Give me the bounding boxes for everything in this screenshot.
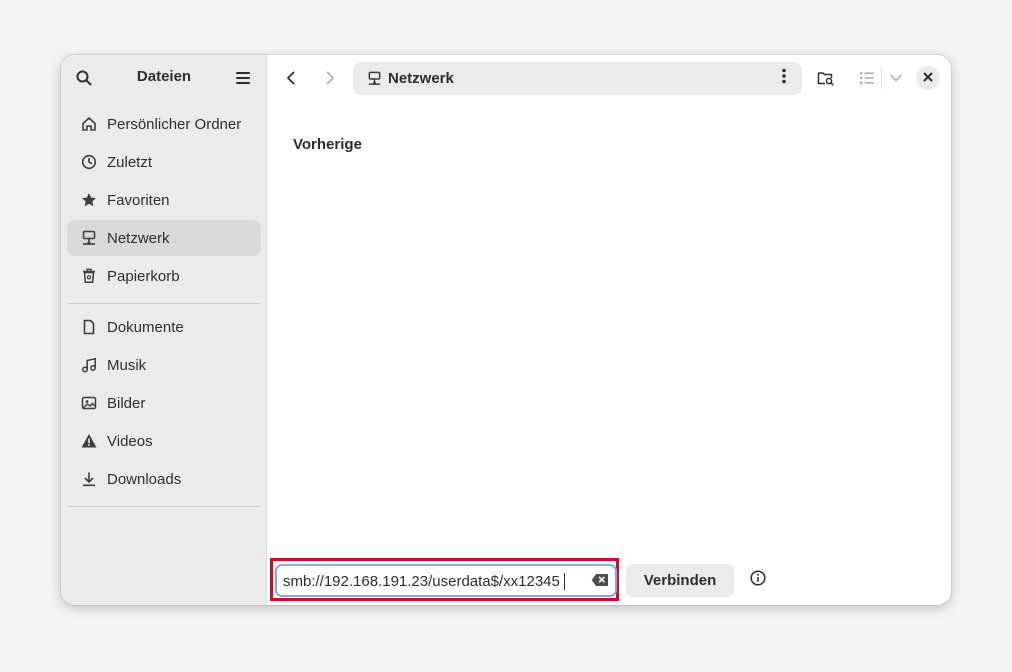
sidebar-item-label: Musik [107,356,147,374]
sidebar-item-videos[interactable]: Videos [67,423,261,459]
hamburger-menu-icon [235,71,251,85]
trash-icon [81,268,97,284]
clock-icon [81,154,97,170]
sidebar-item-downloads[interactable]: Downloads [67,461,261,497]
chevron-right-icon [322,70,338,86]
network-icon [81,230,97,246]
search-icon [76,70,92,86]
app-title: Dateien [136,68,192,85]
sidebar-item-label: Papierkorb [107,267,180,285]
chevron-down-icon [889,74,902,82]
sidebar-item-label: Persönlicher Ordner [107,115,242,133]
music-icon [81,357,97,373]
places-list: Persönlicher Ordner Zuletzt Favoriten Ne… [67,106,261,296]
sidebar-item-label: Netzwerk [107,229,170,247]
sidebar-separator [67,506,261,507]
home-icon [81,116,97,132]
location-label: Netzwerk [388,70,454,87]
sidebar-item-home[interactable]: Persönlicher Ordner [67,106,261,142]
search-folder-button[interactable] [808,61,842,95]
text-cursor [564,573,565,590]
sidebar-item-music[interactable]: Musik [67,347,261,383]
image-icon [81,395,97,411]
warning-icon [81,433,97,449]
bookmarks-list: Dokumente Musik Bilder Videos Downloads [67,309,261,499]
list-view-icon [859,71,875,85]
download-icon [81,471,97,487]
sidebar-item-recent[interactable]: Zuletzt [67,144,261,180]
view-options-button[interactable] [882,61,909,95]
vertical-dots-icon [782,68,786,89]
chevron-left-icon [283,70,299,86]
connect-button[interactable]: Verbinden [626,564,734,597]
main-content: Netzwerk Vorherige smb://192.168.191.23/… [267,55,951,605]
sidebar-header: Dateien [61,55,266,101]
sidebar: Dateien Persönlicher Ordner Zuletzt Favo… [61,55,267,605]
sidebar-item-label: Favoriten [107,191,170,209]
sidebar-item-label: Videos [107,432,153,450]
close-button[interactable] [916,66,940,90]
sidebar-item-network[interactable]: Netzwerk [67,220,261,256]
sidebar-item-trash[interactable]: Papierkorb [67,258,261,294]
document-icon [81,319,97,335]
sidebar-item-label: Dokumente [107,318,184,336]
sidebar-item-documents[interactable]: Dokumente [67,309,261,345]
clear-text-icon [591,574,609,591]
list-view-button[interactable] [853,61,881,95]
view-toggle [853,64,909,92]
location-menu-button[interactable] [772,65,796,92]
back-button[interactable] [274,61,308,95]
folder-search-icon [817,70,834,86]
close-icon [923,69,933,87]
sidebar-item-label: Zuletzt [107,153,153,171]
sidebar-item-label: Bilder [107,394,146,412]
server-info-button[interactable] [746,568,770,592]
sidebar-item-pictures[interactable]: Bilder [67,385,261,421]
star-icon [81,192,97,208]
sidebar-item-favorites[interactable]: Favoriten [67,182,261,218]
location-bar[interactable]: Netzwerk [353,62,802,95]
clear-address-button[interactable] [591,573,609,589]
main-menu-button[interactable] [226,61,260,95]
search-button[interactable] [67,61,101,95]
previous-servers-heading: Vorherige [293,136,362,153]
sidebar-item-label: Downloads [107,470,182,488]
network-icon [367,71,382,91]
sidebar-separator [67,303,261,304]
server-address-input[interactable] [283,571,583,591]
server-address-field[interactable] [275,564,617,597]
file-manager-window: Dateien Persönlicher Ordner Zuletzt Favo… [61,55,951,605]
info-icon [750,569,766,591]
forward-button[interactable] [313,61,347,95]
